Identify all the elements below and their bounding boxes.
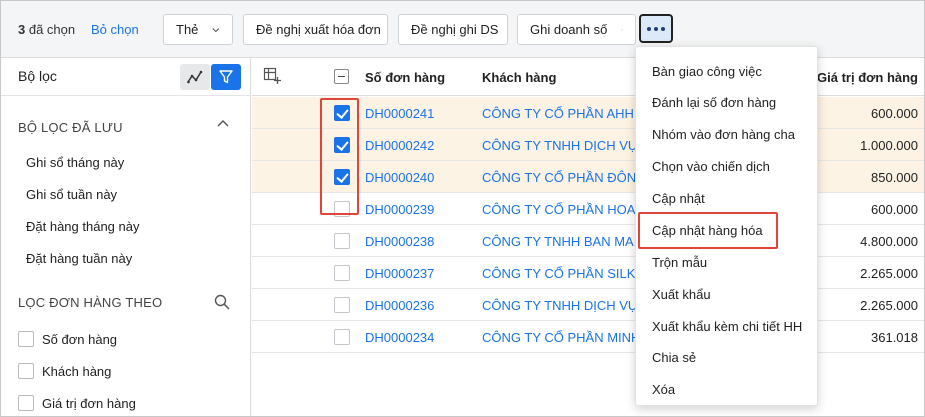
order-number-link[interactable]: DH0000239 xyxy=(365,202,434,217)
order-number-link[interactable]: DH0000237 xyxy=(365,266,434,281)
row-checkbox[interactable] xyxy=(334,105,350,121)
menu-item-share[interactable]: Chia sẻ xyxy=(652,350,696,365)
row-checkbox[interactable] xyxy=(334,297,350,313)
order-value: 2.265.000 xyxy=(860,266,918,281)
header-order-value[interactable]: Giá trị đơn hàng xyxy=(817,70,918,85)
order-number-link[interactable]: DH0000242 xyxy=(365,138,434,153)
table-row[interactable]: DH0000236 CÔNG TY TNHH DỊCH VỤ HOÀNG 2.265… xyxy=(252,289,924,321)
row-checkbox[interactable] xyxy=(334,265,350,281)
order-number-link[interactable]: DH0000238 xyxy=(365,234,434,249)
customer-link[interactable]: CÔNG TY CỔ PHẦN AHH TUẤN xyxy=(482,106,637,121)
more-dot-icon xyxy=(647,26,651,31)
filter-title: Bộ lọc xyxy=(18,68,57,84)
checkbox[interactable] xyxy=(18,395,34,411)
order-value: 600.000 xyxy=(871,106,918,121)
table-row[interactable]: DH0000241 CÔNG TY CỔ PHẦN AHH TUẤN 600.000 xyxy=(252,97,924,129)
customer-link[interactable]: CÔNG TY TNHH DỊCH VỤ HOÀNG xyxy=(482,138,637,153)
order-value: 4.800.000 xyxy=(860,234,918,249)
selection-count: 3 đã chọn xyxy=(18,22,76,37)
row-checkbox[interactable] xyxy=(334,201,350,217)
saved-filter-item[interactable]: Ghi sổ tháng này xyxy=(26,155,124,170)
table-row[interactable]: DH0000242 CÔNG TY TNHH DỊCH VỤ HOÀNG 1.000… xyxy=(252,129,924,161)
order-number-link[interactable]: DH0000241 xyxy=(365,106,434,121)
filter-field-label: Giá trị đơn hàng xyxy=(42,395,136,411)
menu-item-handover[interactable]: Bàn giao công việc xyxy=(652,64,762,79)
customer-link[interactable]: CÔNG TY TNHH BAN MAI XANH xyxy=(482,234,637,249)
row-checkbox[interactable] xyxy=(334,233,350,249)
header-customer[interactable]: Khách hàng xyxy=(482,70,556,85)
more-actions-button[interactable] xyxy=(639,14,673,43)
menu-item-group-parent[interactable]: Nhóm vào đơn hàng cha xyxy=(652,127,795,142)
filter-field-order-value[interactable]: Giá trị đơn hàng xyxy=(18,394,136,412)
order-value: 2.265.000 xyxy=(860,298,918,313)
table-row[interactable]: DH0000238 CÔNG TY TNHH BAN MAI XANH 4.800.… xyxy=(252,225,924,257)
saved-filter-item[interactable]: Đặt hàng tháng này xyxy=(26,219,139,234)
chevron-up-icon[interactable] xyxy=(217,119,229,127)
menu-item-export-details[interactable]: Xuất khẩu kèm chi tiết HH xyxy=(652,319,802,334)
column-settings-icon[interactable] xyxy=(263,67,281,85)
header-order-no[interactable]: Số đơn hàng xyxy=(365,70,445,85)
checkbox[interactable] xyxy=(18,331,34,347)
orders-table: Số đơn hàng Khách hàng Giá trị đơn hàng … xyxy=(252,58,924,416)
order-number-link[interactable]: DH0000240 xyxy=(365,170,434,185)
table-row[interactable]: DH0000239 CÔNG TY CỔ PHẦN HOA SEN 600.000 xyxy=(252,193,924,225)
order-number-link[interactable]: DH0000236 xyxy=(365,298,434,313)
order-value: 1.000.000 xyxy=(860,138,918,153)
menu-item-delete[interactable]: Xóa xyxy=(652,382,675,397)
order-value: 850.000 xyxy=(871,170,918,185)
menu-item-mail-merge[interactable]: Trộn mẫu xyxy=(652,255,707,270)
filter-toggle-button[interactable] xyxy=(211,64,241,90)
order-value: 600.000 xyxy=(871,202,918,217)
table-header: Số đơn hàng Khách hàng Giá trị đơn hàng xyxy=(252,58,924,96)
menu-item-export[interactable]: Xuất khẩu xyxy=(652,287,711,302)
table-row[interactable]: DH0000237 CÔNG TY CỔ PHẦN SILK MAY 2.265.0… xyxy=(252,257,924,289)
saved-filters-title: BỘ LỌC ĐÃ LƯU xyxy=(18,120,123,135)
order-number-link[interactable]: DH0000234 xyxy=(365,330,434,345)
tag-dropdown-button[interactable]: Thẻ xyxy=(163,14,233,45)
more-actions-menu: Bàn giao công việc Đánh lại số đơn hàng … xyxy=(635,46,818,406)
more-dot-icon xyxy=(661,26,665,31)
filter-field-label: Số đơn hàng xyxy=(42,331,118,347)
table-row[interactable]: DH0000240 CÔNG TY CỔ PHẦN ĐÔNG 850.000 xyxy=(252,161,924,193)
row-checkbox[interactable] xyxy=(334,169,350,185)
filter-field-customer[interactable]: Khách hàng xyxy=(18,362,111,380)
filter-by-title: LỌC ĐƠN HÀNG THEO xyxy=(18,295,163,310)
filter-header: Bộ lọc xyxy=(1,58,251,96)
menu-item-renumber[interactable]: Đánh lại số đơn hàng xyxy=(652,95,776,110)
customer-link[interactable]: CÔNG TY TNHH DỊCH VỤ HOÀNG xyxy=(482,298,637,313)
app-frame: 3 đã chọn Bỏ chọn Thẻ Đề nghị xuất hóa đ… xyxy=(0,0,925,417)
saved-filter-item[interactable]: Ghi sổ tuần này xyxy=(26,187,117,202)
filter-field-order-no[interactable]: Số đơn hàng xyxy=(18,330,117,348)
request-sales-button[interactable]: Đề nghị ghi DS xyxy=(398,14,508,45)
deselect-link[interactable]: Bỏ chọn xyxy=(91,22,139,37)
more-dot-icon xyxy=(654,26,658,31)
saved-filter-item[interactable]: Đặt hàng tuần này xyxy=(26,251,132,266)
record-sales-label: Ghi doanh số xyxy=(530,22,608,37)
filter-sidebar: Bộ lọc BỘ LỌC ĐÃ LƯU Ghi sổ tháng này Gh… xyxy=(1,58,251,416)
trend-line-icon xyxy=(187,70,203,84)
tag-label: Thẻ xyxy=(176,22,199,37)
checkbox[interactable] xyxy=(18,363,34,379)
record-sales-dropdown-button[interactable]: Ghi doanh số xyxy=(517,14,636,45)
menu-item-update-goods[interactable]: Cập nhật hàng hóa xyxy=(652,223,763,238)
order-value: 361.018 xyxy=(871,330,918,345)
select-all-checkbox[interactable] xyxy=(334,69,349,84)
request-invoice-button[interactable]: Đề nghị xuất hóa đơn xyxy=(243,14,388,45)
menu-item-update[interactable]: Cập nhật xyxy=(652,191,705,206)
customer-link[interactable]: CÔNG TY CỔ PHẦN MINH xyxy=(482,330,637,345)
funnel-icon xyxy=(219,70,233,84)
chevron-down-icon xyxy=(212,27,220,32)
trend-view-button[interactable] xyxy=(180,64,210,90)
chevron-down-icon xyxy=(621,29,623,30)
search-icon[interactable] xyxy=(214,294,230,310)
row-checkbox[interactable] xyxy=(334,137,350,153)
table-row[interactable]: DH0000234 CÔNG TY CỔ PHẦN MINH 361.018 xyxy=(252,321,924,353)
customer-link[interactable]: CÔNG TY CỔ PHẦN SILK MAY xyxy=(482,266,637,281)
customer-link[interactable]: CÔNG TY CỔ PHẦN HOA SEN xyxy=(482,202,637,217)
row-checkbox[interactable] xyxy=(334,329,350,345)
filter-field-label: Khách hàng xyxy=(42,363,112,379)
customer-link[interactable]: CÔNG TY CỔ PHẦN ĐÔNG xyxy=(482,170,637,185)
menu-item-add-campaign[interactable]: Chọn vào chiến dịch xyxy=(652,159,770,174)
